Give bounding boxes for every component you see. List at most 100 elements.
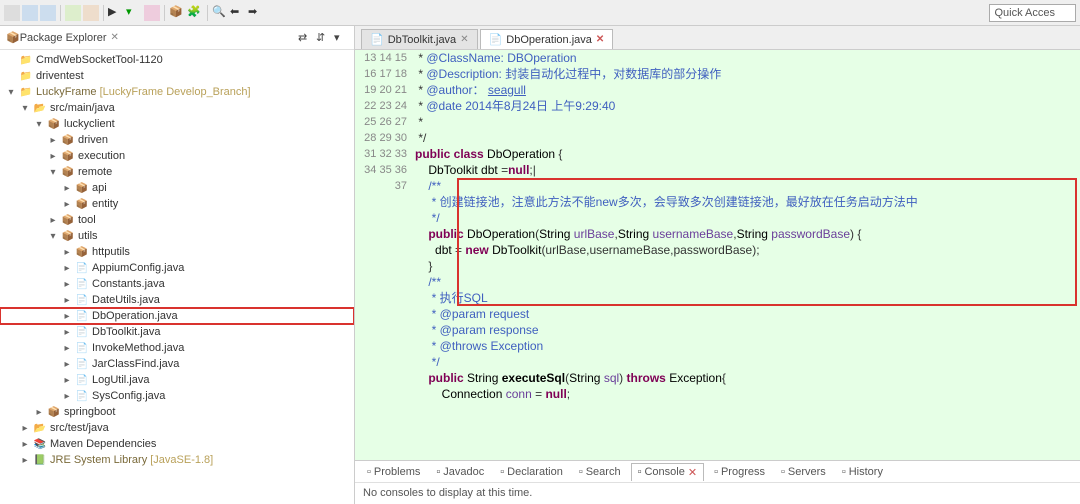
twist-icon[interactable]: ▾: [46, 167, 60, 178]
debug-icon[interactable]: [83, 5, 99, 21]
bottom-tab-javadoc[interactable]: ▫Javadoc: [430, 464, 490, 480]
tree-item[interactable]: ▸springboot: [0, 404, 354, 420]
quick-access-input[interactable]: Quick Acces: [989, 4, 1076, 22]
twist-icon[interactable]: ▸: [60, 375, 74, 386]
run-icon[interactable]: ▶: [108, 5, 124, 21]
ic-jfile: [74, 293, 90, 307]
tree-item[interactable]: ▾src/main/java: [0, 100, 354, 116]
twist-icon[interactable]: ▸: [46, 135, 60, 146]
twist-icon[interactable]: ▸: [60, 311, 74, 322]
tab-icon: ▫: [638, 466, 642, 478]
tree-item[interactable]: ▾luckyclient: [0, 116, 354, 132]
tree-item[interactable]: ▸ driven: [0, 132, 354, 148]
ic-pkg: [60, 149, 76, 163]
twist-icon[interactable]: ▸: [60, 391, 74, 402]
build-icon[interactable]: [65, 5, 81, 21]
bottom-tab-console[interactable]: ▫Console ✕: [631, 463, 704, 481]
close-icon[interactable]: ✕: [460, 34, 468, 45]
back-icon[interactable]: ⬅: [230, 5, 246, 21]
tree-item[interactable]: ▾utils: [0, 228, 354, 244]
bottom-tab-progress[interactable]: ▫Progress: [708, 464, 771, 480]
twist-icon[interactable]: ▸: [46, 215, 60, 226]
twist-icon[interactable]: ▸: [18, 439, 32, 450]
tree-item[interactable]: ▸AppiumConfig.java: [0, 260, 354, 276]
tree-item[interactable]: ▸LogUtil.java: [0, 372, 354, 388]
close-icon[interactable]: ✕: [596, 34, 604, 45]
tree-item[interactable]: ▸ InvokeMethod.java: [0, 340, 354, 356]
bottom-tab-problems[interactable]: ▫Problems: [361, 464, 426, 480]
editor-tab[interactable]: DbOperation.java ✕: [480, 29, 614, 49]
tree-item[interactable]: ▸ execution: [0, 148, 354, 164]
twist-icon[interactable]: ▸: [60, 295, 74, 306]
tree-item[interactable]: ▸ entity: [0, 196, 354, 212]
tree-label: Maven Dependencies: [50, 438, 156, 450]
tree-item[interactable]: ▸ JarClassFind.java: [0, 356, 354, 372]
tree-item[interactable]: ▸src/test/java: [0, 420, 354, 436]
ic-proj: [18, 53, 34, 67]
twist-icon[interactable]: ▸: [60, 359, 74, 370]
tree-item[interactable]: ▸JRE System Library [JavaSE-1.8]: [0, 452, 354, 468]
tree-item[interactable]: CmdWebSocketTool-1120: [0, 52, 354, 68]
code-editor[interactable]: 13 14 15 16 17 18 19 20 21 22 23 24 25 2…: [355, 50, 1080, 460]
tree-item[interactable]: ▸api: [0, 180, 354, 196]
twist-icon[interactable]: ▾: [4, 87, 18, 98]
tree-label: driven: [78, 134, 108, 146]
code-lines[interactable]: * @ClassName: DBOperation * @Description…: [415, 50, 1080, 460]
tab-icon: ▫: [781, 466, 785, 478]
twist-icon[interactable]: ▸: [60, 199, 74, 210]
new-icon[interactable]: [4, 5, 20, 21]
bottom-tab-servers[interactable]: ▫Servers: [775, 464, 832, 480]
twist-icon[interactable]: ▸: [18, 455, 32, 466]
twist-icon[interactable]: ▸: [60, 263, 74, 274]
tree-label: driventest: [36, 70, 84, 82]
twist-icon[interactable]: ▸: [46, 151, 60, 162]
run-dropdown-icon[interactable]: ▾: [126, 5, 142, 21]
panel-badge[interactable]: ✕: [111, 32, 119, 43]
project-tree[interactable]: CmdWebSocketTool-1120 driventest ▾ LuckyFra…: [0, 50, 354, 504]
tree-label: LuckyFrame [LuckyFrame Develop_Branch]: [36, 86, 251, 98]
collapse-all-icon[interactable]: ⇄: [298, 31, 312, 45]
twist-icon[interactable]: ▸: [60, 247, 74, 258]
tree-item[interactable]: ▸DateUtils.java: [0, 292, 354, 308]
tree-item[interactable]: ▾remote: [0, 164, 354, 180]
twist-icon[interactable]: ▸: [18, 423, 32, 434]
twist-icon[interactable]: ▾: [32, 119, 46, 130]
new-pkg-icon[interactable]: 📦: [169, 5, 185, 21]
tree-item[interactable]: ▸DbOperation.java: [0, 308, 354, 324]
tree-item[interactable]: ▾ LuckyFrame [LuckyFrame Develop_Branch]: [0, 84, 354, 100]
bottom-tab-search[interactable]: ▫Search: [573, 464, 627, 480]
tree-label: entity: [92, 198, 118, 210]
bottom-tab-history[interactable]: ▫History: [836, 464, 889, 480]
tab-label: History: [849, 466, 883, 478]
tree-label: JarClassFind.java: [92, 358, 179, 370]
tree-label: execution: [78, 150, 125, 162]
tab-label: DbOperation.java: [506, 34, 592, 46]
twist-icon[interactable]: ▸: [60, 183, 74, 194]
tree-item[interactable]: ▸httputils: [0, 244, 354, 260]
tree-item[interactable]: driventest: [0, 68, 354, 84]
save-all-icon[interactable]: [40, 5, 56, 21]
ext-icon[interactable]: [144, 5, 160, 21]
tree-item[interactable]: ▸ Maven Dependencies: [0, 436, 354, 452]
tree-label: InvokeMethod.java: [92, 342, 184, 354]
twist-icon[interactable]: ▸: [60, 327, 74, 338]
tree-item[interactable]: ▸SysConfig.java: [0, 388, 354, 404]
twist-icon[interactable]: ▸: [32, 407, 46, 418]
twist-icon[interactable]: ▾: [18, 103, 32, 114]
editor-tab[interactable]: DbToolkit.java✕: [361, 29, 478, 49]
twist-icon[interactable]: ▸: [60, 343, 74, 354]
save-icon[interactable]: [22, 5, 38, 21]
link-editor-icon[interactable]: ⇵: [316, 31, 330, 45]
fwd-icon[interactable]: ➡: [248, 5, 264, 21]
close-icon[interactable]: ✕: [688, 466, 697, 479]
search-icon[interactable]: 🔍: [212, 5, 228, 21]
bottom-tab-declaration[interactable]: ▫Declaration: [494, 464, 569, 480]
twist-icon[interactable]: ▸: [60, 279, 74, 290]
twist-icon[interactable]: ▾: [46, 231, 60, 242]
tree-item[interactable]: ▸Constants.java: [0, 276, 354, 292]
console-message: No consoles to display at this time.: [355, 483, 1080, 503]
new-class-icon[interactable]: 🧩: [187, 5, 203, 21]
tree-item[interactable]: ▸DbToolkit.java: [0, 324, 354, 340]
tree-item[interactable]: ▸tool: [0, 212, 354, 228]
view-menu-icon[interactable]: ▾: [334, 31, 348, 45]
